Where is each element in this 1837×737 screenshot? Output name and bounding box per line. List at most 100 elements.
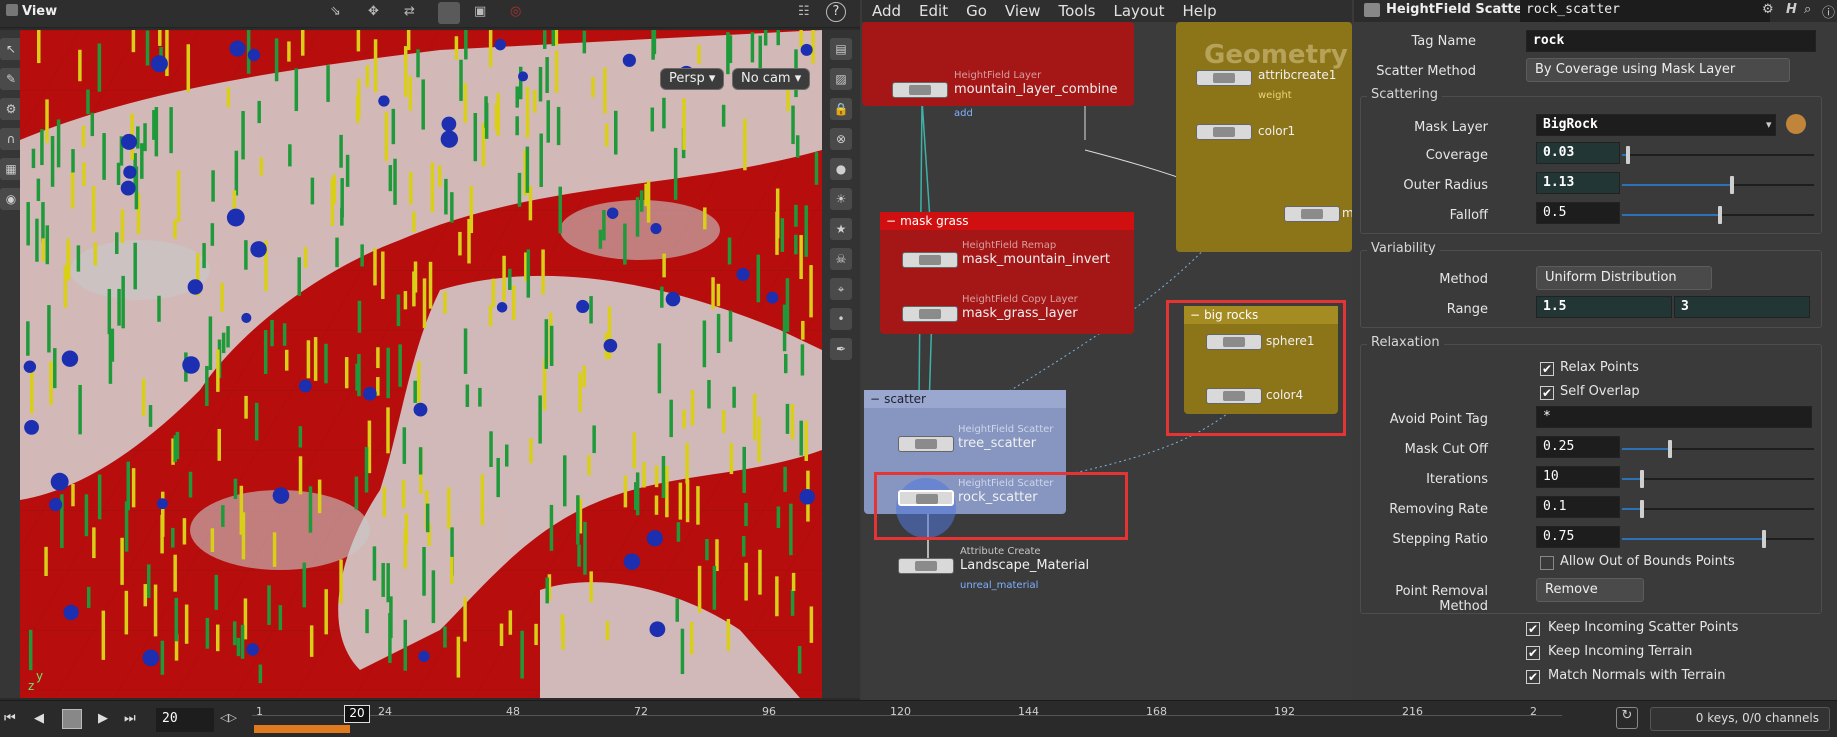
sphere-icon[interactable]: ● xyxy=(830,158,852,180)
move-tool-icon[interactable]: ✥ xyxy=(368,4,379,19)
node-network-panel[interactable]: Add Edit Go View Tools Layout Help Heigh… xyxy=(862,0,1352,700)
camera-button[interactable]: No cam ▾ xyxy=(732,68,811,90)
stepping-ratio-label: Stepping Ratio xyxy=(1392,532,1488,547)
display-options-icon[interactable]: ☷ xyxy=(798,4,810,19)
scatter-instance xyxy=(791,105,795,145)
color1-node[interactable] xyxy=(1196,124,1252,140)
keep-terrain-checkbox[interactable]: ✔ xyxy=(1526,646,1540,660)
light-icon[interactable]: ☀ xyxy=(830,188,852,210)
brush-icon[interactable]: ✎ xyxy=(0,68,22,90)
scatter-instance xyxy=(662,253,666,278)
keep-scatter-checkbox[interactable]: ✔ xyxy=(1526,622,1540,636)
tag-name-field[interactable]: rock xyxy=(1526,30,1816,52)
scatter-instance xyxy=(473,112,478,162)
grass-layer-node[interactable] xyxy=(902,306,958,322)
magnet-icon[interactable]: ∩ xyxy=(0,128,22,150)
camera-tool-icon[interactable] xyxy=(438,2,460,24)
relax-points-checkbox[interactable]: ✔ xyxy=(1540,362,1554,376)
skull-icon[interactable]: ☠ xyxy=(830,248,852,270)
stop-button[interactable] xyxy=(62,709,82,729)
tree-scatter-node[interactable] xyxy=(898,436,954,452)
jump-end-icon[interactable]: ⏭ xyxy=(124,711,136,726)
removal-method-dropdown[interactable]: Remove xyxy=(1536,578,1644,602)
mask-cutoff-field[interactable]: 0.25 xyxy=(1536,436,1620,458)
iterations-field[interactable]: 10 xyxy=(1536,466,1620,488)
stepping-ratio-field[interactable]: 0.75 xyxy=(1536,526,1620,548)
falloff-slider[interactable] xyxy=(1622,206,1814,224)
display-mode-icon[interactable]: ▤ xyxy=(830,38,852,60)
help-icon[interactable]: ? xyxy=(826,2,846,22)
panel-menu-icon[interactable] xyxy=(6,4,18,16)
terrain-3d-view[interactable]: z y Persp ▾ No cam ▾ xyxy=(20,30,822,698)
scatter-instance xyxy=(422,546,426,596)
close-icon[interactable]: ⊗ xyxy=(830,128,852,150)
scatter-instance xyxy=(174,597,179,642)
transform-tool-icon[interactable]: ⇄ xyxy=(404,4,415,19)
dot-icon[interactable]: • xyxy=(830,308,852,330)
step-back-icon[interactable]: ◀ xyxy=(34,711,44,726)
mask-grass-header[interactable]: − mask grass xyxy=(880,212,1134,230)
jump-start-icon[interactable]: ⏮ xyxy=(4,711,16,726)
mask-layer-chevron-icon[interactable]: ▾ xyxy=(1766,118,1772,131)
removing-rate-field[interactable]: 0.1 xyxy=(1536,496,1620,518)
step-frames-icon[interactable]: ◁▷ xyxy=(220,711,237,724)
snapshot-icon[interactable]: ▣ xyxy=(474,4,486,19)
avoid-tag-field[interactable]: * xyxy=(1536,406,1812,428)
merge-node[interactable] xyxy=(1284,206,1340,222)
gear-icon[interactable]: ⚙ xyxy=(1762,2,1774,17)
bulb-icon[interactable]: ★ xyxy=(830,218,852,240)
scatter-instance xyxy=(53,348,57,389)
removing-rate-slider[interactable] xyxy=(1622,500,1814,518)
current-frame-marker[interactable]: 20 xyxy=(344,705,370,723)
scatter-method-dropdown[interactable]: By Coverage using Mask Layer xyxy=(1526,58,1790,82)
scatter-header[interactable]: − scatter xyxy=(864,390,1066,408)
pin-icon[interactable]: ⌖ xyxy=(830,278,852,300)
scatter-instance xyxy=(650,107,655,132)
outer-radius-field[interactable]: 1.13 xyxy=(1536,172,1620,194)
mask-layer-field[interactable]: BigRock xyxy=(1536,114,1776,136)
scatter-instance xyxy=(742,446,746,494)
select-icon[interactable]: ↖ xyxy=(0,38,22,60)
play-icon[interactable]: ▶ xyxy=(98,711,108,726)
pose-icon[interactable]: ⚙ xyxy=(0,98,22,120)
coverage-slider[interactable] xyxy=(1622,146,1814,164)
removing-rate-label: Removing Rate xyxy=(1389,502,1488,517)
mask-cutoff-slider[interactable] xyxy=(1622,440,1814,458)
method-dropdown[interactable]: Uniform Distribution xyxy=(1536,266,1712,290)
search-icon[interactable]: ⌕ xyxy=(1804,2,1811,17)
attribcreate-node[interactable] xyxy=(1196,70,1252,86)
timeline-ruler[interactable]: 20 1 24 48 72 96 120 144 168 192 216 2 xyxy=(252,705,1562,735)
node-name-field[interactable]: rock_scatter xyxy=(1520,0,1770,22)
range-max-field[interactable]: 3 xyxy=(1674,296,1810,318)
coverage-field[interactable]: 0.03 xyxy=(1536,142,1620,164)
record-icon[interactable]: ◎ xyxy=(510,4,521,19)
allow-oob-checkbox[interactable] xyxy=(1540,556,1554,570)
houdini-icon[interactable]: H xyxy=(1786,2,1797,17)
range-min-field[interactable]: 1.5 xyxy=(1536,296,1672,318)
info-icon[interactable]: ⓘ xyxy=(1822,2,1835,21)
landscape-node[interactable] xyxy=(898,558,954,574)
self-overlap-checkbox[interactable]: ✔ xyxy=(1540,386,1554,400)
stepping-ratio-slider[interactable] xyxy=(1622,530,1814,548)
select-tool-icon[interactable]: ⇘ xyxy=(330,4,341,19)
outer-radius-slider[interactable] xyxy=(1622,176,1814,194)
ghost-icon[interactable]: ▨ xyxy=(830,68,852,90)
match-normals-checkbox[interactable]: ✔ xyxy=(1526,670,1540,684)
grid-icon[interactable]: ▦ xyxy=(0,158,22,180)
channels-status[interactable]: 0 keys, 0/0 channels xyxy=(1650,707,1830,731)
view-icon[interactable]: ◉ xyxy=(0,188,22,210)
lock-icon[interactable]: 🔒 xyxy=(830,98,852,120)
scatter-instance xyxy=(592,425,596,454)
mask-layer-picker-icon[interactable] xyxy=(1786,114,1806,134)
falloff-field[interactable]: 0.5 xyxy=(1536,202,1620,224)
scatter-instance xyxy=(393,158,397,205)
iterations-slider[interactable] xyxy=(1622,470,1814,488)
invert-node[interactable] xyxy=(902,252,958,268)
persp-button[interactable]: Persp ▾ xyxy=(660,68,725,90)
scatter-instance xyxy=(147,564,151,598)
frame-field[interactable]: 20 xyxy=(156,708,214,732)
keyframe-icon[interactable]: ↻ xyxy=(1616,707,1638,729)
scatter-instance xyxy=(741,536,746,557)
pen-icon[interactable]: ✒ xyxy=(830,338,852,360)
mountain-node[interactable] xyxy=(892,82,948,98)
